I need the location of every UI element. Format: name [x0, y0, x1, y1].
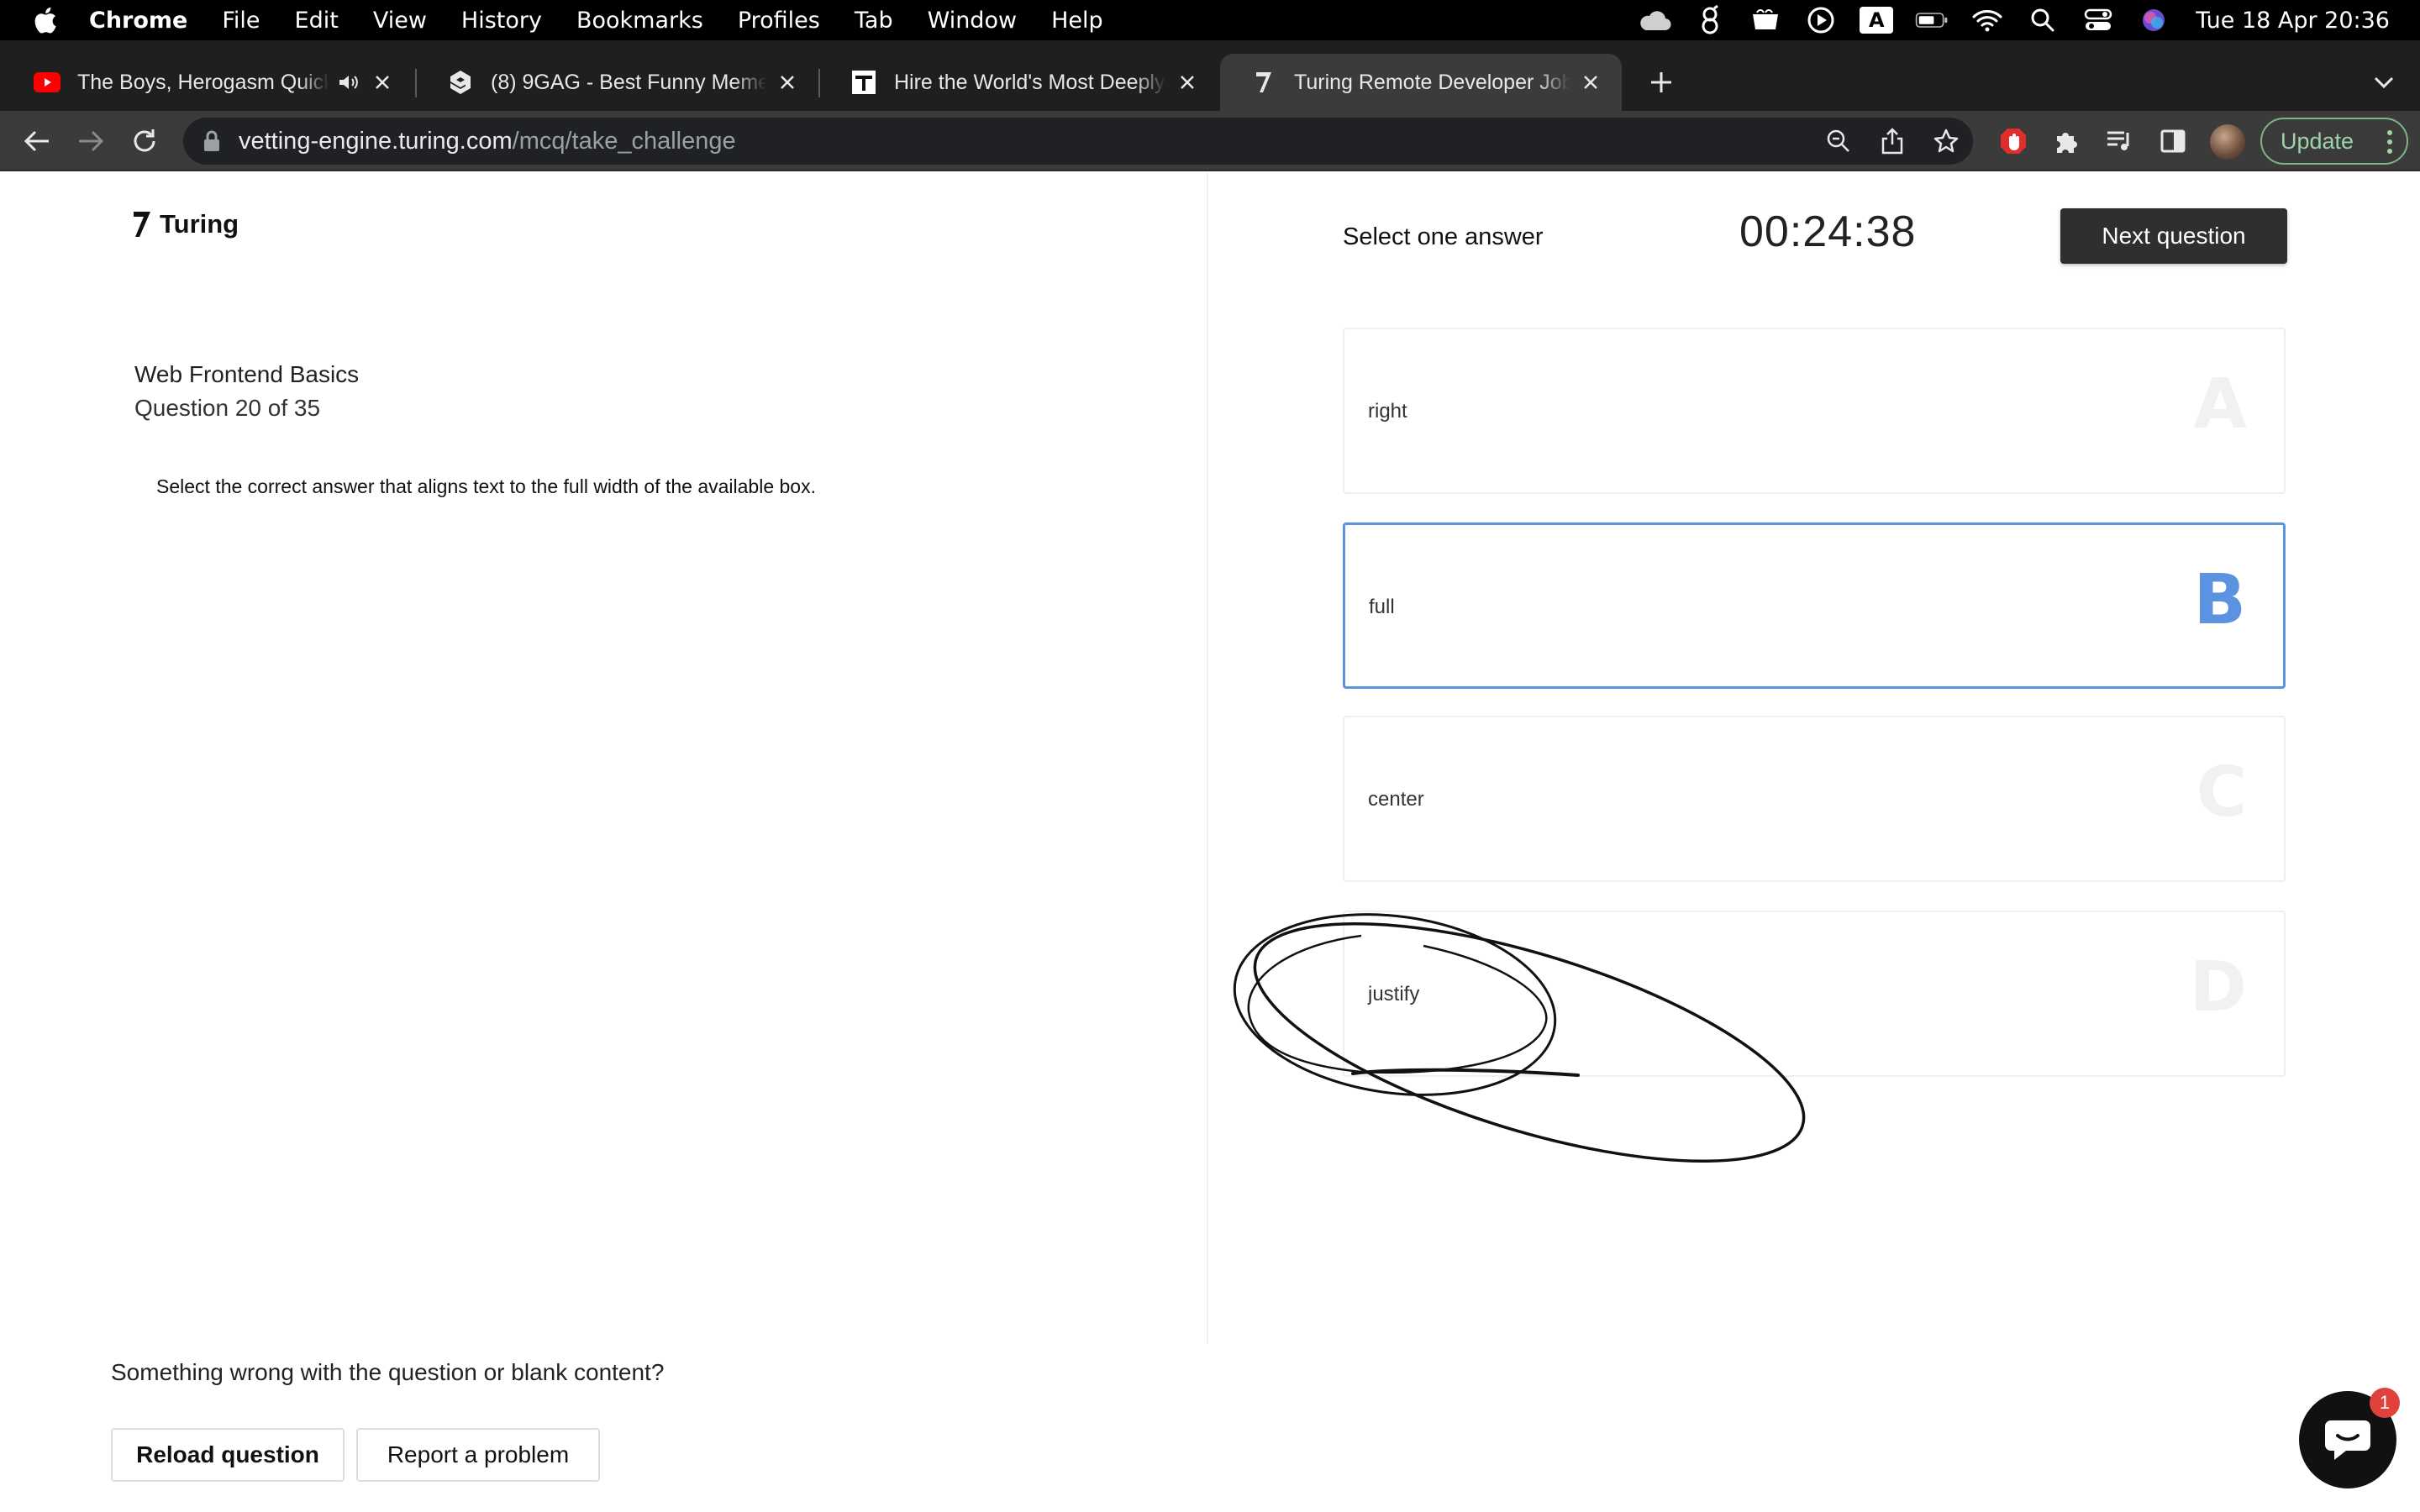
- brand-name: Turing: [160, 209, 239, 239]
- answer-option-a[interactable]: right A: [1343, 328, 2286, 494]
- option-letter: C: [2196, 753, 2247, 832]
- macos-menu-bar: Chrome File Edit View History Bookmarks …: [0, 0, 2420, 40]
- reload-icon: [134, 129, 155, 152]
- play-icon[interactable]: [1804, 3, 1838, 37]
- option-letter: A: [2193, 365, 2247, 444]
- course-title: Web Frontend Basics: [134, 361, 360, 387]
- menu-bookmarks[interactable]: Bookmarks: [576, 8, 703, 34]
- new-tab-button[interactable]: [1643, 64, 1680, 101]
- option-letter: D: [2189, 948, 2247, 1027]
- menu-view[interactable]: View: [373, 8, 427, 34]
- menu-edit[interactable]: Edit: [295, 8, 339, 34]
- reload-button[interactable]: [126, 123, 163, 160]
- clock[interactable]: Tue 18 Apr 20:36: [2196, 8, 2390, 34]
- answer-option-c[interactable]: center C: [1343, 716, 2286, 882]
- apple-icon[interactable]: [32, 5, 57, 35]
- address-bar[interactable]: vetting-engine.turing.com/mcq/take_chall…: [183, 118, 1973, 165]
- cup-icon[interactable]: [1749, 3, 1782, 37]
- report-problem-button[interactable]: Report a problem: [356, 1428, 600, 1482]
- question-pane: Turing Web Frontend Basics Question 20 o…: [0, 173, 1208, 1344]
- tab-title: Hire the World's Most Deeply Vetted: [894, 70, 1166, 94]
- question-counter: Question 20 of 35: [134, 395, 321, 421]
- menu-chrome[interactable]: Chrome: [89, 8, 187, 34]
- share-icon[interactable]: [1879, 128, 1906, 155]
- more-menu-icon[interactable]: [2386, 129, 2393, 155]
- media-controls-icon[interactable]: [2104, 126, 2134, 156]
- back-button[interactable]: [18, 123, 55, 160]
- countdown-timer: 00:24:38: [1739, 207, 1917, 256]
- menu-window[interactable]: Window: [928, 8, 1017, 34]
- arrow-left-icon: [24, 130, 49, 152]
- question-text: Select the correct answer that aligns te…: [156, 475, 816, 497]
- tab-close-icon[interactable]: [1578, 70, 1603, 95]
- next-question-button[interactable]: Next question: [2060, 208, 2287, 264]
- forward-button[interactable]: [72, 123, 109, 160]
- youtube-icon: [34, 69, 60, 96]
- menu-profiles[interactable]: Profiles: [738, 8, 820, 34]
- turing-logo-icon: [134, 212, 150, 237]
- cloud-icon[interactable]: [1638, 3, 1671, 37]
- tab-turing-hire[interactable]: Hire the World's Most Deeply Vetted: [820, 54, 1218, 111]
- tab-search-button[interactable]: [2365, 64, 2402, 101]
- battery-icon[interactable]: [1915, 3, 1949, 37]
- wifi-icon[interactable]: [1970, 3, 2004, 37]
- tab-close-icon[interactable]: [775, 70, 800, 95]
- browser-toolbar: vetting-engine.turing.com/mcq/take_chall…: [0, 111, 2420, 171]
- tab-close-icon[interactable]: [1175, 70, 1200, 95]
- update-button[interactable]: Update: [2260, 118, 2408, 165]
- arrow-right-icon: [79, 130, 104, 152]
- browser-tab-strip: The Boys, Herogasm Quick Recap (8) 9GAG …: [0, 40, 2420, 111]
- spotlight-search-icon[interactable]: [2026, 3, 2060, 37]
- side-panel-icon[interactable]: [2158, 126, 2188, 156]
- zoom-icon[interactable]: [1825, 128, 1852, 155]
- tab-turing-jobs[interactable]: Turing Remote Developer Jobs: [1220, 54, 1622, 111]
- siri-icon[interactable]: [2137, 3, 2170, 37]
- grammarly-icon[interactable]: [1693, 3, 1727, 37]
- menu-help[interactable]: Help: [1051, 8, 1103, 34]
- option-text: justify: [1368, 983, 1420, 1005]
- turing-logo[interactable]: Turing: [131, 208, 239, 240]
- answer-option-d[interactable]: justify D: [1343, 911, 2286, 1077]
- answer-option-b[interactable]: full B: [1343, 522, 2286, 689]
- bookmark-star-icon[interactable]: [1933, 128, 1960, 155]
- speaker-icon[interactable]: [336, 70, 361, 95]
- chevron-down-icon: [2374, 76, 2394, 89]
- 9gag-icon: [447, 69, 474, 96]
- menu-file[interactable]: File: [222, 8, 260, 34]
- reload-question-button[interactable]: Reload question: [111, 1428, 345, 1482]
- answer-instruction: Select one answer: [1343, 223, 1544, 250]
- plus-icon: [1651, 72, 1671, 92]
- url-host: vetting-engine.turing.com: [239, 128, 513, 155]
- url-text: vetting-engine.turing.com/mcq/take_chall…: [239, 128, 736, 155]
- menu-history[interactable]: History: [461, 8, 542, 34]
- tab-title: The Boys, Herogasm Quick Recap: [77, 70, 329, 94]
- adblock-icon[interactable]: [1998, 126, 2028, 156]
- site-icon: [850, 69, 877, 96]
- option-text: full: [1369, 596, 1395, 618]
- notification-badge: 1: [2370, 1388, 2400, 1418]
- profile-avatar[interactable]: [2210, 124, 2245, 160]
- turing-icon: [1250, 69, 1277, 96]
- menu-tab[interactable]: Tab: [855, 8, 893, 34]
- tab-title: (8) 9GAG - Best Funny Memes: [491, 70, 766, 94]
- tab-9gag[interactable]: (8) 9GAG - Best Funny Memes: [417, 54, 818, 111]
- control-center-icon[interactable]: [2081, 3, 2115, 37]
- option-text: center: [1368, 788, 1424, 811]
- option-letter: B: [2193, 560, 2246, 640]
- tab-title: Turing Remote Developer Jobs: [1294, 70, 1570, 94]
- quiz-page: Turing Web Frontend Basics Question 20 o…: [0, 173, 2420, 1512]
- extensions-icon[interactable]: [2050, 126, 2081, 156]
- url-path: /mcq/take_challenge: [512, 128, 736, 155]
- input-source-icon[interactable]: A: [1860, 3, 1894, 37]
- update-label: Update: [2281, 128, 2354, 154]
- lock-icon[interactable]: [200, 129, 224, 153]
- chat-bubble-icon: [2325, 1420, 2370, 1460]
- tab-close-icon[interactable]: [370, 70, 395, 95]
- tab-youtube[interactable]: The Boys, Herogasm Quick Recap: [3, 54, 413, 111]
- option-text: right: [1368, 400, 1407, 423]
- problem-prompt: Something wrong with the question or bla…: [111, 1359, 665, 1385]
